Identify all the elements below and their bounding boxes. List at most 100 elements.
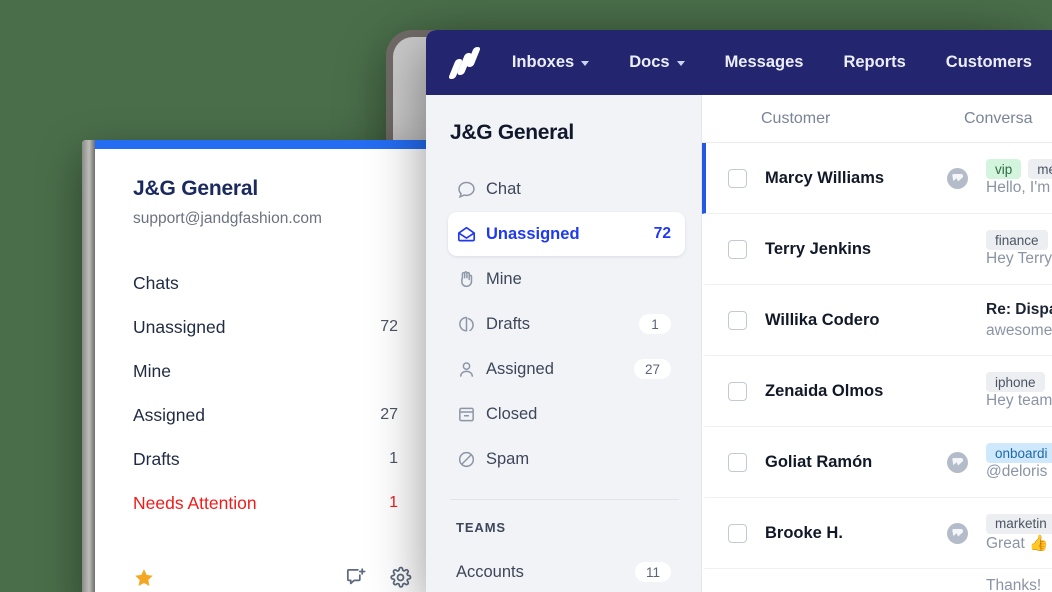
mobile-screen: J&G General support@jandgfashion.com Cha… [95,140,434,592]
mobile-row-label: Mine [133,360,171,381]
conversation-customer-name: Zenaida Olmos [765,381,884,400]
sidebar-item-chat[interactable]: Chat [448,167,685,211]
mobile-inbox-email: support@jandgfashion.com [133,210,322,227]
row-checkbox[interactable] [728,523,747,543]
mobile-footer [133,566,412,592]
conversation-preview: awesome [986,321,1052,339]
row-checkbox[interactable] [728,168,747,188]
mobile-row-label: Unassigned [133,316,226,337]
nav-item-label: Docs [629,53,670,71]
helpscout-logo-icon[interactable] [447,46,482,80]
new-conversation-icon[interactable] [344,566,367,592]
tag[interactable]: me [1028,159,1052,179]
conversation-row[interactable]: Goliat Ramón onboardi @deloris [702,427,1052,498]
mobile-row-label: Drafts [133,448,180,469]
nav-item-customers[interactable]: Customers [926,30,1052,95]
row-checkbox[interactable] [728,381,747,401]
sidebar-item-spam[interactable]: Spam [448,437,685,481]
conversation-customer-name: Marcy Williams [765,168,885,187]
messenger-icon [947,451,968,473]
mobile-row-mine[interactable]: Mine [133,349,398,393]
conversation-row[interactable]: Marcy Williams vipme Hello, I'm [702,143,1052,214]
sidebar-item-drafts[interactable]: Drafts 1 [448,302,685,346]
nav-item-label: Reports [843,53,906,71]
sidebar-team-count: 11 [634,562,671,582]
tag[interactable]: iphone [986,372,1045,392]
conversation-tags: iphone [986,372,1052,392]
row-checkbox[interactable] [728,239,747,259]
nav-item-docs[interactable]: Docs [609,30,704,95]
conversation-customer-name: Brooke H. [765,523,843,542]
nav-item-messages[interactable]: Messages [705,30,824,95]
conversation-list-header: Customer Conversa [702,95,1052,143]
desktop-inbox-window: Inboxes Docs Messages Reports Customers … [426,30,1052,592]
nav-item-label: Messages [724,53,804,71]
mobile-row-label: Needs Attention [133,492,257,513]
mobile-row-unassigned[interactable]: Unassigned 72 [133,305,398,349]
mobile-row-drafts[interactable]: Drafts 1 [133,437,398,481]
chat-bubble-icon [456,179,486,200]
tag[interactable]: onboardi [986,443,1052,463]
tag[interactable]: marketin [986,513,1052,534]
archive-icon [456,404,486,425]
sidebar-item-label: Spam [486,449,530,468]
mobile-row-count: 1 [389,450,398,467]
nav-item-reports[interactable]: Reports [823,30,925,95]
conversation-tags: vipme [986,159,1052,179]
conversation-tags: marketin [986,513,1052,534]
column-header-customer: Customer [761,109,831,127]
top-navigation-bar: Inboxes Docs Messages Reports Customers [426,30,1052,95]
sidebar-team-accounts[interactable]: Accounts 11 [448,555,685,589]
mobile-row-count: 72 [380,318,398,335]
nav-item-inboxes[interactable]: Inboxes [492,30,609,95]
mobile-inbox-title: J&G General [133,177,259,200]
mobile-row-count: 1 [389,494,398,511]
conversation-customer-name: Willika Codero [765,310,880,329]
conversation-meta: Re: Dispa awesome [986,301,1052,340]
mobile-topbar [95,140,434,149]
hand-icon [456,269,486,290]
sidebar-item-label: Closed [486,404,538,423]
gear-icon[interactable] [389,566,412,592]
sidebar-item-closed[interactable]: Closed [448,392,685,436]
drafts-icon [456,314,486,335]
star-icon[interactable] [133,567,155,592]
mobile-row-label: Assigned [133,404,205,425]
conversation-row[interactable]: Brooke H. marketin Great 👍 [702,498,1052,569]
conversation-meta: Thanks! [986,577,1052,592]
messenger-icon [947,522,968,544]
tag[interactable]: vip [986,159,1022,179]
sidebar-item-label: Unassigned [486,224,580,243]
row-checkbox[interactable] [728,310,747,330]
conversation-row[interactable]: Thanks! [702,569,1052,592]
conversation-row[interactable]: Willika Codero Re: Dispa awesome [702,285,1052,356]
conversation-row[interactable]: Zenaida Olmos iphone Hey team [702,356,1052,427]
sidebar-item-count: 72 [653,225,671,242]
main-content: J&G General Chat Unassigned 72 Mine Draf… [426,95,1052,592]
conversation-tags: onboardi [986,443,1052,463]
row-checkbox[interactable] [728,452,747,472]
nav-item-label: Inboxes [511,53,575,71]
nav-item-label: Customers [945,53,1032,71]
conversation-meta: marketin Great 👍 [986,513,1052,553]
messenger-icon [947,167,968,189]
sidebar-item-label: Chat [486,179,521,198]
sidebar-item-count: 27 [633,359,671,379]
tag[interactable]: finance [986,230,1048,250]
mobile-row-assigned[interactable]: Assigned 27 [133,393,398,437]
mobile-device-edge [82,140,95,592]
conversation-row[interactable]: Terry Jenkins finance Hey Terry [702,214,1052,285]
mobile-row-needs-attention[interactable]: Needs Attention 1 [133,481,398,525]
open-envelope-icon [456,224,486,245]
sidebar: J&G General Chat Unassigned 72 Mine Draf… [426,95,702,592]
mobile-row-chats[interactable]: Chats [133,261,398,305]
conversation-list: Customer Conversa Marcy Williams vipme H… [702,95,1052,592]
sidebar-divider [450,499,679,500]
no-entry-icon [456,449,486,470]
conversation-meta: vipme Hello, I'm [986,159,1052,197]
sidebar-item-assigned[interactable]: Assigned 27 [448,347,685,391]
sidebar-item-label: Mine [486,269,522,288]
sidebar-item-unassigned[interactable]: Unassigned 72 [448,212,685,256]
column-header-conversation: Conversa [964,109,1033,127]
sidebar-item-mine[interactable]: Mine [448,257,685,301]
